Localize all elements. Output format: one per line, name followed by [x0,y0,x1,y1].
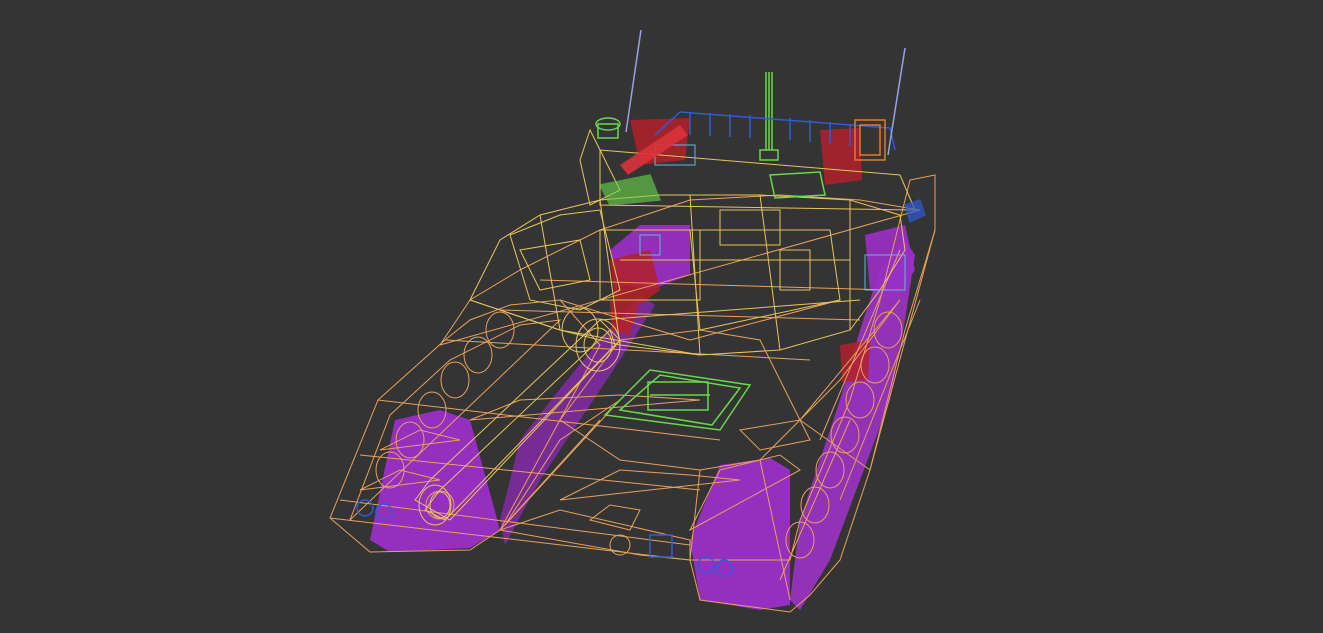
tank-wireframe [329,29,936,613]
3d-viewport[interactable] [0,0,1323,633]
